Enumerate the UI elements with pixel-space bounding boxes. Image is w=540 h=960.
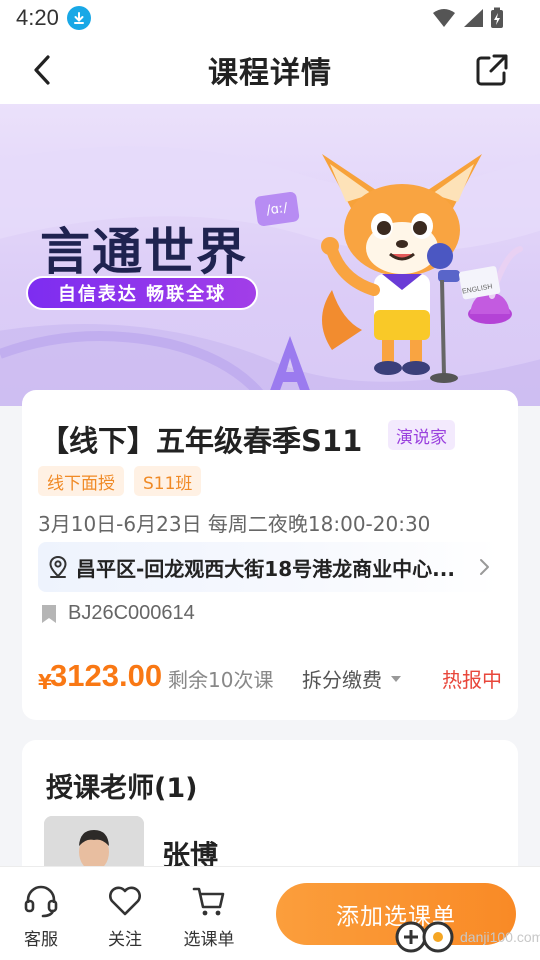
course-title: 【线下】五年级春季S11 xyxy=(40,424,363,458)
heart-icon xyxy=(109,886,141,916)
wifi-icon xyxy=(433,9,455,27)
split-payment-dropdown[interactable]: 拆分缴费 xyxy=(302,664,402,693)
cart-icon xyxy=(192,887,225,916)
follow-label: 关注 xyxy=(108,930,142,950)
nav-bar: 课程详情 xyxy=(0,36,540,104)
course-code: BJ26C000614 xyxy=(68,602,195,624)
watermark-text: danji100.com xyxy=(460,929,540,945)
course-schedule: 3月10日-6月23日 每周二夜晚18:00-20:30 xyxy=(38,512,431,536)
status-time: 4:20 xyxy=(16,5,59,30)
mascot-fox-illustration xyxy=(321,154,501,383)
chevron-right-icon xyxy=(480,559,489,575)
course-info-card: 【线下】五年级春季S11 演说家 线下面授 S11班 3月10日-6月23日 每… xyxy=(22,390,518,720)
course-code-row: BJ26C000614 xyxy=(40,602,195,625)
follow-button[interactable]: 关注 xyxy=(90,883,160,950)
category-tag: 演说家 xyxy=(388,420,455,450)
price-value: 3123.00 xyxy=(50,658,163,693)
bookmark-icon xyxy=(42,604,56,623)
teacher-card: 授课老师(1) 张博 xyxy=(22,740,518,880)
banner-headline: 言通世界 xyxy=(40,223,248,281)
watermark: danji100.com xyxy=(394,920,540,954)
status-icons xyxy=(432,7,504,29)
signal-icon xyxy=(464,9,483,27)
customer-service-label: 客服 xyxy=(24,930,58,950)
course-list-button[interactable]: 选课单 xyxy=(174,883,244,950)
location-icon xyxy=(49,555,67,578)
phonetic-card: /ɑː/ xyxy=(254,191,300,227)
customer-service-button[interactable]: 客服 xyxy=(6,883,76,950)
address-row[interactable]: 昌平区-回龙观西大街18号港龙商业中心... xyxy=(38,542,500,592)
back-arrow-icon[interactable] xyxy=(26,52,58,88)
split-payment-label: 拆分缴费 xyxy=(302,668,382,692)
share-icon[interactable] xyxy=(474,52,510,88)
download-icon xyxy=(66,6,91,30)
remaining-lessons: 剩余10次课 xyxy=(168,668,274,692)
caret-down-icon xyxy=(391,675,401,682)
page-title: 课程详情 xyxy=(208,56,332,91)
battery-icon xyxy=(491,7,503,28)
status-bar: 4:20 xyxy=(0,0,540,36)
teacher-section-title: 授课老师(1) xyxy=(46,773,198,804)
watermark-logo xyxy=(395,921,454,953)
price-row: ¥ 3123.00 剩余10次课 拆分缴费 热报中 xyxy=(38,656,508,696)
address-text: 昌平区-回龙观西大街18号港龙商业中心... xyxy=(76,556,455,581)
class-tag: S11班 xyxy=(134,466,202,496)
course-list-label: 选课单 xyxy=(183,930,235,950)
status-badge: 热报中 xyxy=(442,668,502,692)
teaching-mode-tag: 线下面授 xyxy=(38,466,124,496)
banner-slogan: 自信表达 畅联全球 xyxy=(26,276,258,310)
phonetic-card-text: /ɑː/ xyxy=(265,200,289,218)
headset-icon xyxy=(24,885,58,918)
course-banner: /ɑː/ ENGLISH 言通世界 自信表达 畅联全球 xyxy=(0,104,540,406)
